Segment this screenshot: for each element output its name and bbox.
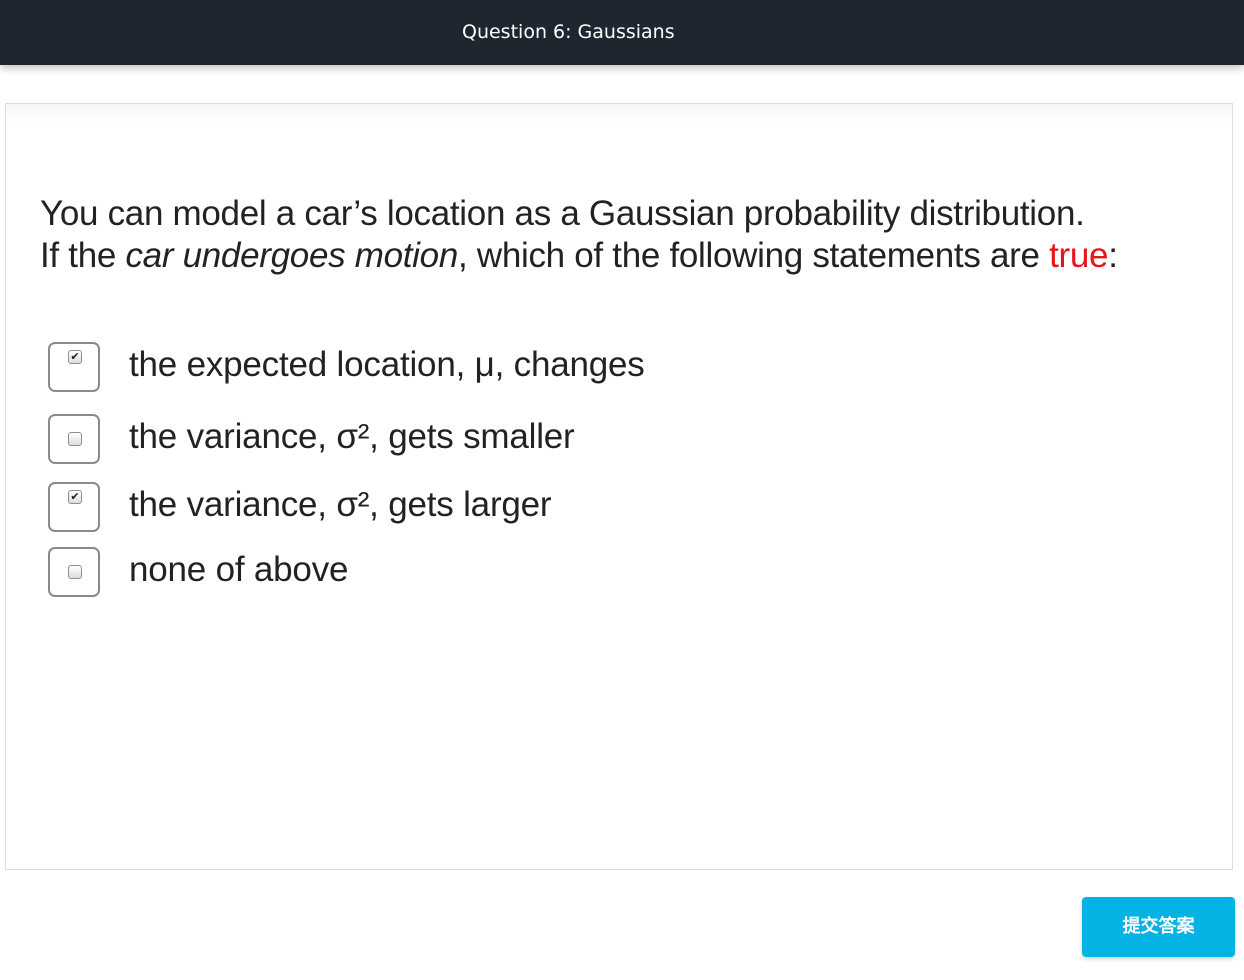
panel-top-shade xyxy=(6,104,1232,124)
question-line-2-suffix: : xyxy=(1108,236,1118,275)
empty-checkbox-icon[interactable] xyxy=(68,432,82,446)
question-line-2-middle: , which of the following statements are xyxy=(458,236,1050,275)
option-label[interactable]: the expected location, μ, changes xyxy=(129,344,645,386)
question-line-2-prefix: If the xyxy=(40,236,126,275)
option-checkbox[interactable] xyxy=(48,547,100,597)
option-expected-location[interactable]: ✔ the expected location, μ, changes xyxy=(48,342,948,394)
quiz-panel: You can model a car’s location as a Gaus… xyxy=(5,103,1233,870)
page-title: Question 6: Gaussians xyxy=(462,21,675,43)
option-variance-smaller[interactable]: the variance, σ², gets smaller xyxy=(48,414,948,466)
option-label[interactable]: none of above xyxy=(129,549,348,591)
question-emphasis: car undergoes motion xyxy=(125,236,458,275)
option-label[interactable]: the variance, σ², gets larger xyxy=(129,484,552,526)
option-none-of-above[interactable]: none of above xyxy=(48,547,948,599)
option-label[interactable]: the variance, σ², gets smaller xyxy=(129,416,575,458)
question-true-word: true xyxy=(1049,236,1109,275)
option-variance-larger[interactable]: ✔ the variance, σ², gets larger xyxy=(48,482,948,534)
checkmark-icon[interactable]: ✔ xyxy=(68,490,82,504)
submit-answer-button[interactable]: 提交答案 xyxy=(1082,897,1235,957)
question-line-2: If the car undergoes motion, which of th… xyxy=(40,235,1220,277)
option-checkbox[interactable]: ✔ xyxy=(48,342,100,392)
question-line-1: You can model a car’s location as a Gaus… xyxy=(40,194,1085,233)
question-text: You can model a car’s location as a Gaus… xyxy=(40,193,1220,277)
checkmark-icon[interactable]: ✔ xyxy=(68,350,82,364)
option-checkbox[interactable] xyxy=(48,414,100,464)
option-checkbox[interactable]: ✔ xyxy=(48,482,100,532)
top-bar: Question 6: Gaussians xyxy=(0,0,1244,65)
empty-checkbox-icon[interactable] xyxy=(68,565,82,579)
